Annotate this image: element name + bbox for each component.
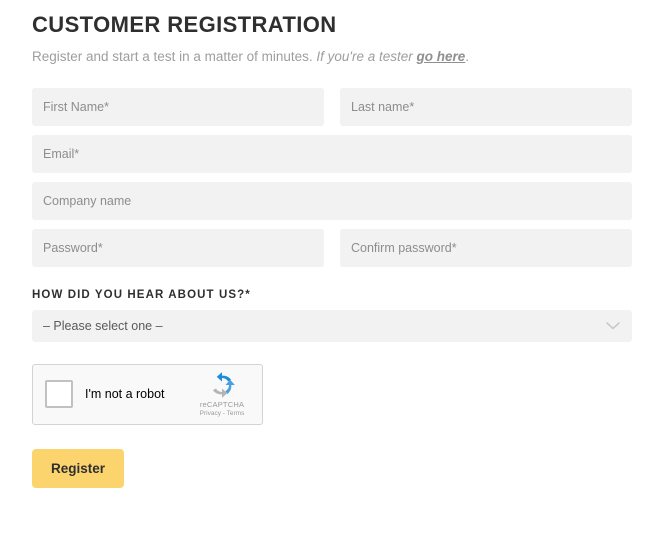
password-row (32, 228, 632, 267)
referral-label: HOW DID YOU HEAR ABOUT US?* (32, 288, 251, 301)
first-name-input[interactable] (32, 87, 324, 126)
recaptcha-logo-icon (191, 371, 253, 399)
page-content: CUSTOMER REGISTRATION Register and start… (32, 0, 632, 488)
referral-select[interactable]: – Please select one – (32, 309, 632, 342)
email-input[interactable] (32, 134, 632, 173)
email-row (32, 134, 632, 173)
registration-page: CUSTOMER REGISTRATION Register and start… (0, 0, 649, 540)
subtitle-lead-text: Register and start a test in a matter of… (32, 49, 313, 65)
recaptcha-brand-name: reCAPTCHA (199, 399, 245, 409)
referral-select-wrapper: – Please select one – (32, 309, 632, 342)
recaptcha-branding: reCAPTCHA Privacy - Terms (191, 371, 253, 417)
recaptcha-widget[interactable]: I'm not a robot reCAPTCHA Privacy - Term… (32, 363, 263, 425)
recaptcha-label: I'm not a robot (85, 387, 165, 402)
go-here-link[interactable]: go here (417, 49, 466, 64)
company-row (32, 181, 632, 220)
company-name-input[interactable] (32, 181, 632, 220)
register-button[interactable]: Register (32, 448, 124, 488)
referral-select-value: – Please select one – (43, 318, 163, 333)
password-input[interactable] (32, 228, 324, 267)
last-name-input[interactable] (340, 87, 632, 126)
page-subtitle: Register and start a test in a matter of… (32, 37, 632, 66)
page-title: CUSTOMER REGISTRATION (32, 12, 337, 37)
registration-form: HOW DID YOU HEAR ABOUT US?* – Please sel… (32, 66, 632, 488)
subtitle-period: . (465, 49, 470, 65)
subtitle-tester-text: If you're a tester (316, 49, 413, 65)
recaptcha-legal-text: Privacy - Terms (199, 409, 245, 417)
name-row (32, 87, 632, 126)
recaptcha-checkbox[interactable] (45, 380, 73, 409)
confirm-password-input[interactable] (340, 228, 632, 267)
